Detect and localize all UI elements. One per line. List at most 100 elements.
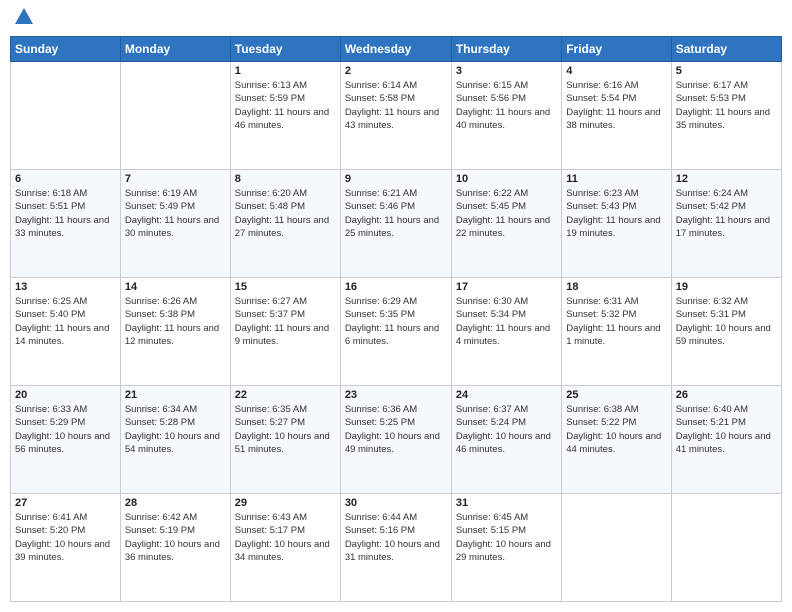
day-number: 11 <box>566 173 666 185</box>
day-info: Sunrise: 6:18 AM Sunset: 5:51 PM Dayligh… <box>15 187 116 240</box>
day-number: 29 <box>235 497 336 509</box>
weekday-header-sunday: Sunday <box>11 37 121 62</box>
calendar-cell: 29Sunrise: 6:43 AM Sunset: 5:17 PM Dayli… <box>230 494 340 602</box>
day-info: Sunrise: 6:34 AM Sunset: 5:28 PM Dayligh… <box>125 403 226 456</box>
day-info: Sunrise: 6:19 AM Sunset: 5:49 PM Dayligh… <box>125 187 226 240</box>
day-number: 23 <box>345 389 447 401</box>
day-number: 1 <box>235 65 336 77</box>
weekday-header-monday: Monday <box>120 37 230 62</box>
calendar-cell: 24 Sunrise: 6:37 AM Sunset: 5:24 PM Dayli… <box>451 386 561 494</box>
day-info: Sunrise: 6:23 AM Sunset: 5:43 PM Dayligh… <box>566 187 666 240</box>
calendar-cell: 10 Sunrise: 6:22 AM Sunset: 5:45 PM Dayli… <box>451 170 561 278</box>
day-number: 12 <box>676 173 777 185</box>
day-info: Sunrise: 6:27 AM Sunset: 5:37 PM Dayligh… <box>235 295 336 348</box>
day-number: 24 <box>456 389 557 401</box>
day-info: Sunrise: 6:26 AM Sunset: 5:38 PM Dayligh… <box>125 295 226 348</box>
day-number: 6 <box>15 173 116 185</box>
calendar-cell: 22 Sunrise: 6:35 AM Sunset: 5:27 PM Dayli… <box>230 386 340 494</box>
day-info: Sunrise: 6:29 AM Sunset: 5:35 PM Dayligh… <box>345 295 447 348</box>
day-number: 31 <box>456 497 557 509</box>
calendar-cell: 9 Sunrise: 6:21 AM Sunset: 5:46 PM Daylig… <box>340 170 451 278</box>
day-info: Sunrise: 6:38 AM Sunset: 5:22 PM Dayligh… <box>566 403 666 456</box>
day-number: 9 <box>345 173 447 185</box>
weekday-header-tuesday: Tuesday <box>230 37 340 62</box>
calendar-cell <box>671 494 781 602</box>
day-number: 4 <box>566 65 666 77</box>
calendar-cell: 2Sunrise: 6:14 AM Sunset: 5:58 PM Daylig… <box>340 62 451 170</box>
day-number: 5 <box>676 65 777 77</box>
day-number: 26 <box>676 389 777 401</box>
day-number: 14 <box>125 281 226 293</box>
day-info: Sunrise: 6:37 AM Sunset: 5:24 PM Dayligh… <box>456 403 557 456</box>
calendar-cell <box>562 494 671 602</box>
header <box>10 10 782 28</box>
day-info: Sunrise: 6:14 AM Sunset: 5:58 PM Dayligh… <box>345 79 447 132</box>
day-info: Sunrise: 6:32 AM Sunset: 5:31 PM Dayligh… <box>676 295 777 348</box>
day-info: Sunrise: 6:40 AM Sunset: 5:21 PM Dayligh… <box>676 403 777 456</box>
calendar-cell: 21 Sunrise: 6:34 AM Sunset: 5:28 PM Dayli… <box>120 386 230 494</box>
day-number: 28 <box>125 497 226 509</box>
day-number: 10 <box>456 173 557 185</box>
day-info: Sunrise: 6:31 AM Sunset: 5:32 PM Dayligh… <box>566 295 666 348</box>
logo-icon <box>13 6 35 28</box>
weekday-header-thursday: Thursday <box>451 37 561 62</box>
day-info: Sunrise: 6:45 AM Sunset: 5:15 PM Dayligh… <box>456 511 557 564</box>
day-info: Sunrise: 6:33 AM Sunset: 5:29 PM Dayligh… <box>15 403 116 456</box>
day-info: Sunrise: 6:20 AM Sunset: 5:48 PM Dayligh… <box>235 187 336 240</box>
calendar-cell: 19 Sunrise: 6:32 AM Sunset: 5:31 PM Dayli… <box>671 278 781 386</box>
logo <box>10 10 35 28</box>
day-info: Sunrise: 6:17 AM Sunset: 5:53 PM Dayligh… <box>676 79 777 132</box>
week-row-1: 6 Sunrise: 6:18 AM Sunset: 5:51 PM Daylig… <box>11 170 782 278</box>
calendar-cell: 14 Sunrise: 6:26 AM Sunset: 5:38 PM Dayli… <box>120 278 230 386</box>
calendar-cell: 16 Sunrise: 6:29 AM Sunset: 5:35 PM Dayli… <box>340 278 451 386</box>
calendar-cell: 26 Sunrise: 6:40 AM Sunset: 5:21 PM Dayli… <box>671 386 781 494</box>
calendar-cell: 17 Sunrise: 6:30 AM Sunset: 5:34 PM Dayli… <box>451 278 561 386</box>
day-number: 19 <box>676 281 777 293</box>
day-number: 20 <box>15 389 116 401</box>
day-info: Sunrise: 6:21 AM Sunset: 5:46 PM Dayligh… <box>345 187 447 240</box>
week-row-0: 1 Sunrise: 6:13 AM Sunset: 5:59 PM Daylig… <box>11 62 782 170</box>
day-number: 22 <box>235 389 336 401</box>
calendar-cell: 5 Sunrise: 6:17 AM Sunset: 5:53 PM Daylig… <box>671 62 781 170</box>
day-number: 15 <box>235 281 336 293</box>
day-number: 16 <box>345 281 447 293</box>
day-number: 7 <box>125 173 226 185</box>
calendar-cell: 1 Sunrise: 6:13 AM Sunset: 5:59 PM Daylig… <box>230 62 340 170</box>
day-number: 21 <box>125 389 226 401</box>
day-info: Sunrise: 6:24 AM Sunset: 5:42 PM Dayligh… <box>676 187 777 240</box>
calendar-cell: 4 Sunrise: 6:16 AM Sunset: 5:54 PM Daylig… <box>562 62 671 170</box>
day-info: Sunrise: 6:41 AM Sunset: 5:20 PM Dayligh… <box>15 511 116 564</box>
calendar-cell: 30 Sunrise: 6:44 AM Sunset: 5:16 PM Dayli… <box>340 494 451 602</box>
day-info: Sunrise: 6:16 AM Sunset: 5:54 PM Dayligh… <box>566 79 666 132</box>
day-info: Sunrise: 6:44 AM Sunset: 5:16 PM Dayligh… <box>345 511 447 564</box>
weekday-header-row: SundayMondayTuesdayWednesdayThursdayFrid… <box>11 37 782 62</box>
calendar-cell <box>11 62 121 170</box>
calendar-cell: 18Sunrise: 6:31 AM Sunset: 5:32 PM Dayli… <box>562 278 671 386</box>
day-number: 13 <box>15 281 116 293</box>
calendar-cell: 3Sunrise: 6:15 AM Sunset: 5:56 PM Daylig… <box>451 62 561 170</box>
weekday-header-friday: Friday <box>562 37 671 62</box>
day-info: Sunrise: 6:30 AM Sunset: 5:34 PM Dayligh… <box>456 295 557 348</box>
calendar-cell: 6 Sunrise: 6:18 AM Sunset: 5:51 PM Daylig… <box>11 170 121 278</box>
day-number: 17 <box>456 281 557 293</box>
week-row-3: 20 Sunrise: 6:33 AM Sunset: 5:29 PM Dayli… <box>11 386 782 494</box>
day-number: 30 <box>345 497 447 509</box>
day-number: 8 <box>235 173 336 185</box>
calendar-cell: 11 Sunrise: 6:23 AM Sunset: 5:43 PM Dayli… <box>562 170 671 278</box>
weekday-header-wednesday: Wednesday <box>340 37 451 62</box>
calendar-cell: 15 Sunrise: 6:27 AM Sunset: 5:37 PM Dayli… <box>230 278 340 386</box>
calendar-cell <box>120 62 230 170</box>
day-info: Sunrise: 6:25 AM Sunset: 5:40 PM Dayligh… <box>15 295 116 348</box>
day-info: Sunrise: 6:22 AM Sunset: 5:45 PM Dayligh… <box>456 187 557 240</box>
day-info: Sunrise: 6:42 AM Sunset: 5:19 PM Dayligh… <box>125 511 226 564</box>
calendar-cell: 28 Sunrise: 6:42 AM Sunset: 5:19 PM Dayli… <box>120 494 230 602</box>
calendar-cell: 20 Sunrise: 6:33 AM Sunset: 5:29 PM Dayli… <box>11 386 121 494</box>
day-info: Sunrise: 6:13 AM Sunset: 5:59 PM Dayligh… <box>235 79 336 132</box>
calendar-cell: 13 Sunrise: 6:25 AM Sunset: 5:40 PM Dayli… <box>11 278 121 386</box>
day-info: Sunrise: 6:36 AM Sunset: 5:25 PM Dayligh… <box>345 403 447 456</box>
day-info: Sunrise: 6:35 AM Sunset: 5:27 PM Dayligh… <box>235 403 336 456</box>
day-number: 25 <box>566 389 666 401</box>
calendar-cell: 27Sunrise: 6:41 AM Sunset: 5:20 PM Dayli… <box>11 494 121 602</box>
page: SundayMondayTuesdayWednesdayThursdayFrid… <box>0 0 792 612</box>
day-info: Sunrise: 6:15 AM Sunset: 5:56 PM Dayligh… <box>456 79 557 132</box>
